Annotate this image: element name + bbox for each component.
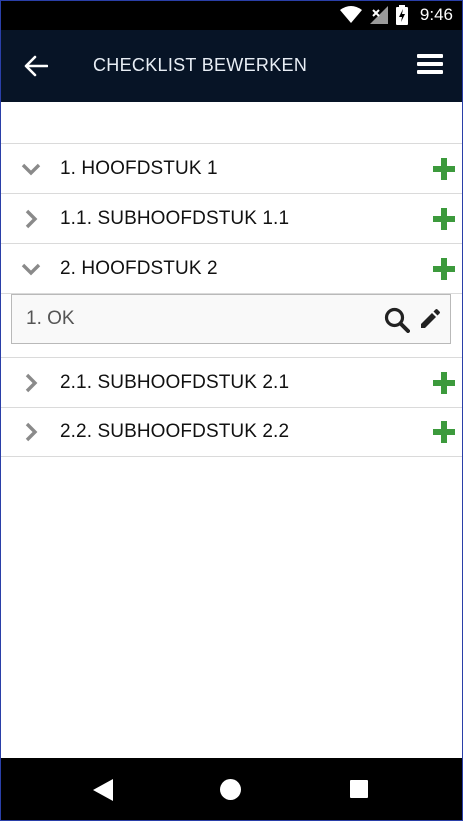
chevron-down-icon[interactable]	[20, 158, 42, 180]
nav-back-icon[interactable]	[93, 779, 113, 801]
status-time: 9:46	[419, 5, 453, 24]
chevron-down-icon[interactable]	[20, 258, 42, 280]
plus-icon[interactable]	[433, 157, 455, 180]
battery-charging-icon	[395, 5, 408, 25]
chevron-right-icon[interactable]	[20, 372, 42, 394]
signal-icon	[369, 6, 388, 24]
search-icon[interactable]	[384, 307, 410, 333]
list-item-label: 2.1. SUBHOOFDSTUK 2.1	[60, 371, 290, 393]
list-item-subchapter[interactable]: 2.1. SUBHOOFDSTUK 2.1	[0, 357, 463, 407]
list-item-subchapter[interactable]: 2.2. SUBHOOFDSTUK 2.2	[0, 407, 463, 457]
nav-recent-icon[interactable]	[350, 780, 368, 798]
list-item-label: 2. HOOFDSTUK 2	[60, 257, 218, 279]
menu-button[interactable]	[417, 54, 443, 78]
pencil-icon[interactable]	[418, 307, 442, 331]
plus-icon[interactable]	[433, 207, 455, 230]
system-nav-bar	[0, 758, 463, 821]
app-bar: CHECKLIST BEWERKEN	[0, 30, 463, 102]
list-item-subchapter[interactable]: 1.1. SUBHOOFDSTUK 1.1	[0, 193, 463, 243]
list-item-label: 1. HOOFDSTUK 1	[60, 157, 218, 179]
checklist-item[interactable]: 1. OK	[11, 294, 451, 344]
list-item-label: 1.1. SUBHOOFDSTUK 1.1	[60, 207, 290, 229]
plus-icon[interactable]	[433, 421, 455, 443]
back-button[interactable]	[22, 52, 50, 80]
hamburger-menu-icon	[417, 54, 443, 74]
nav-home-icon[interactable]	[220, 779, 241, 800]
chevron-right-icon[interactable]	[20, 208, 42, 230]
checklist-item-label: 1. OK	[26, 308, 75, 329]
checklist-tree: 1. HOOFDSTUK 1 1.1. SUBHOOFDSTUK 1.1 2. …	[0, 143, 463, 457]
status-bar: 9:46	[0, 0, 463, 30]
plus-icon[interactable]	[433, 257, 455, 280]
list-item-label: 2.2. SUBHOOFDSTUK 2.2	[60, 421, 290, 442]
chevron-right-icon[interactable]	[20, 421, 42, 443]
plus-icon[interactable]	[433, 371, 455, 394]
wifi-icon	[339, 6, 362, 24]
list-item-chapter[interactable]: 2. HOOFDSTUK 2	[0, 243, 463, 293]
page-title: CHECKLIST BEWERKEN	[93, 55, 308, 75]
checklist-item-container: 1. OK	[0, 293, 463, 357]
arrow-left-icon	[24, 55, 48, 77]
list-item-chapter[interactable]: 1. HOOFDSTUK 1	[0, 143, 463, 193]
